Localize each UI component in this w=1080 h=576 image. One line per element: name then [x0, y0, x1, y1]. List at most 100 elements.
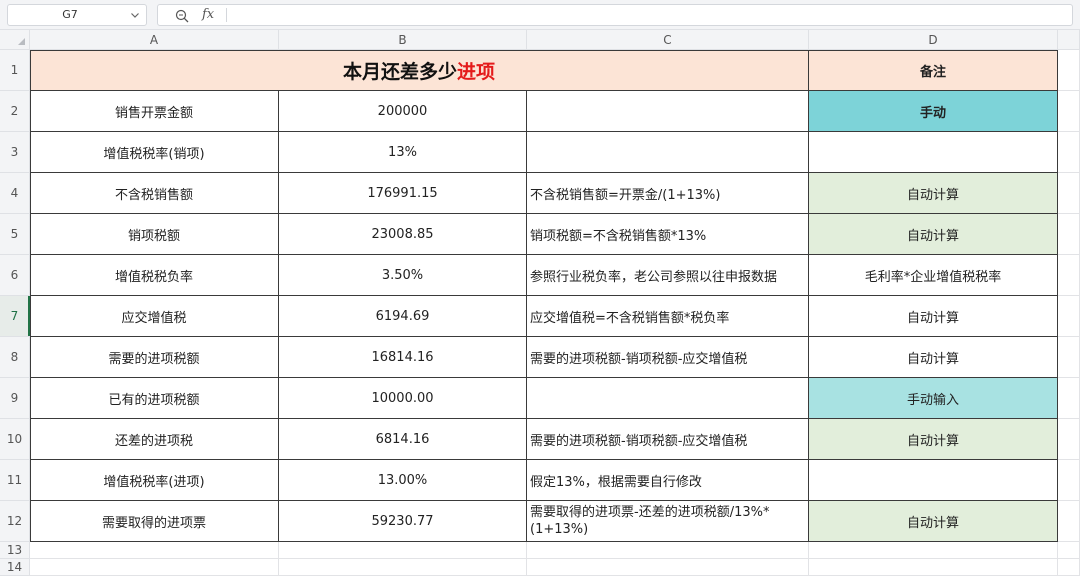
column-header-d[interactable]: D	[809, 30, 1058, 50]
empty-cell[interactable]	[527, 559, 809, 576]
empty-cell[interactable]	[809, 559, 1058, 576]
note-header[interactable]: 备注	[809, 50, 1058, 91]
value-cell[interactable]: 13%	[279, 132, 527, 173]
formula-cell[interactable]: 应交增值税=不含税销售额*税负率	[527, 296, 809, 337]
title-text: 本月还差多少	[342, 60, 457, 83]
empty-cell[interactable]	[30, 559, 279, 576]
empty-cell[interactable]	[1058, 378, 1080, 419]
value-cell[interactable]: 10000.00	[279, 378, 527, 419]
value-cell[interactable]: 23008.85	[279, 214, 527, 255]
formula-cell[interactable]: 需要的进项税额-销项税额-应交增值税	[527, 337, 809, 378]
chevron-down-icon[interactable]	[130, 10, 140, 20]
formula-cell[interactable]: 不含税销售额=开票金/(1+13%)	[527, 173, 809, 214]
value-cell[interactable]: 3.50%	[279, 255, 527, 296]
note-cell[interactable]: 自动计算	[809, 419, 1058, 460]
value-cell[interactable]: 200000	[279, 91, 527, 132]
note-cell[interactable]: 自动计算	[809, 173, 1058, 214]
label-cell[interactable]: 需要取得的进项票	[30, 501, 279, 542]
value-cell[interactable]: 176991.15	[279, 173, 527, 214]
formula-input[interactable]	[236, 5, 1066, 25]
empty-cell[interactable]	[1058, 419, 1080, 460]
label-cell[interactable]: 需要的进项税额	[30, 337, 279, 378]
name-box[interactable]: G7	[7, 4, 147, 26]
empty-cell[interactable]	[1058, 559, 1080, 576]
value-cell[interactable]: 59230.77	[279, 501, 527, 542]
select-all-corner[interactable]	[0, 30, 30, 50]
label-cell[interactable]: 销售开票金额	[30, 91, 279, 132]
empty-cell[interactable]	[1058, 91, 1080, 132]
column-header-c[interactable]: C	[527, 30, 809, 50]
formula-bar-area: G7 fx	[0, 0, 1080, 30]
fx-icon[interactable]: fx	[202, 5, 214, 25]
row-header-3[interactable]: 3	[0, 132, 30, 173]
note-cell[interactable]: 自动计算	[809, 501, 1058, 542]
note-cell[interactable]: 自动计算	[809, 337, 1058, 378]
column-header-b[interactable]: B	[279, 30, 527, 50]
empty-cell[interactable]	[1058, 501, 1080, 542]
row-header-9[interactable]: 9	[0, 378, 30, 419]
zoom-icon[interactable]	[174, 8, 190, 24]
divider	[226, 8, 227, 22]
label-cell[interactable]: 已有的进项税额	[30, 378, 279, 419]
row-header-13[interactable]: 13	[0, 542, 30, 559]
formula-cell[interactable]	[527, 91, 809, 132]
row-header-11[interactable]: 11	[0, 460, 30, 501]
note-cell[interactable]: 自动计算	[809, 214, 1058, 255]
empty-cell[interactable]	[279, 542, 527, 559]
empty-cell[interactable]	[527, 542, 809, 559]
label-cell[interactable]: 增值税税率(进项)	[30, 460, 279, 501]
label-cell[interactable]: 增值税税负率	[30, 255, 279, 296]
empty-cell[interactable]	[809, 542, 1058, 559]
title-highlight: 进项	[457, 60, 496, 83]
row-header-12[interactable]: 12	[0, 501, 30, 542]
label-cell[interactable]: 销项税额	[30, 214, 279, 255]
value-cell[interactable]: 6814.16	[279, 419, 527, 460]
note-cell[interactable]	[809, 460, 1058, 501]
value-cell[interactable]: 6194.69	[279, 296, 527, 337]
empty-cell[interactable]	[1058, 337, 1080, 378]
label-cell[interactable]: 增值税税率(销项)	[30, 132, 279, 173]
spreadsheet-grid: A B C D 1 2 3 4 5 6 7 8 9 10 11 12 13 14 本月还差多少 进项 备注 销售开票金额 2…	[0, 30, 1080, 576]
value-cell[interactable]: 13.00%	[279, 460, 527, 501]
value-cell[interactable]: 16814.16	[279, 337, 527, 378]
row-header-14[interactable]: 14	[0, 559, 30, 576]
formula-cell[interactable]	[527, 378, 809, 419]
empty-cell[interactable]	[1058, 255, 1080, 296]
row-header-4[interactable]: 4	[0, 173, 30, 214]
formula-cell[interactable]: 需要取得的进项票-还差的进项税额/13%*(1+13%)	[527, 501, 809, 542]
row-header-1[interactable]: 1	[0, 50, 30, 91]
label-cell[interactable]: 还差的进项税	[30, 419, 279, 460]
row-header-10[interactable]: 10	[0, 419, 30, 460]
label-cell[interactable]: 不含税销售额	[30, 173, 279, 214]
row-header-7[interactable]: 7	[0, 296, 30, 337]
empty-cell[interactable]	[1058, 214, 1080, 255]
note-cell[interactable]	[809, 132, 1058, 173]
empty-cell[interactable]	[1058, 542, 1080, 559]
note-cell[interactable]: 手动输入	[809, 378, 1058, 419]
formula-cell[interactable]: 假定13%，根据需要自行修改	[527, 460, 809, 501]
empty-cell[interactable]	[1058, 50, 1080, 91]
row-header-2[interactable]: 2	[0, 91, 30, 132]
column-header-a[interactable]: A	[30, 30, 279, 50]
empty-cell[interactable]	[1058, 173, 1080, 214]
empty-cell[interactable]	[1058, 132, 1080, 173]
label-cell[interactable]: 应交增值税	[30, 296, 279, 337]
row-header-8[interactable]: 8	[0, 337, 30, 378]
note-cell[interactable]: 毛利率*企业增值税税率	[809, 255, 1058, 296]
row-header-6[interactable]: 6	[0, 255, 30, 296]
empty-cell[interactable]	[279, 559, 527, 576]
formula-cell[interactable]	[527, 132, 809, 173]
empty-cell[interactable]	[1058, 460, 1080, 501]
note-cell[interactable]: 手动	[809, 91, 1058, 132]
cell-reference: G7	[62, 8, 78, 21]
empty-cell[interactable]	[1058, 296, 1080, 337]
grid-top-border	[30, 50, 1058, 51]
note-cell[interactable]: 自动计算	[809, 296, 1058, 337]
row-header-5[interactable]: 5	[0, 214, 30, 255]
empty-cell[interactable]	[30, 542, 279, 559]
formula-cell[interactable]: 销项税额=不含税销售额*13%	[527, 214, 809, 255]
formula-cell[interactable]: 参照行业税负率，老公司参照以往申报数据	[527, 255, 809, 296]
sheet-title[interactable]: 本月还差多少 进项	[30, 50, 809, 91]
column-header-e[interactable]	[1058, 30, 1080, 50]
formula-cell[interactable]: 需要的进项税额-销项税额-应交增值税	[527, 419, 809, 460]
